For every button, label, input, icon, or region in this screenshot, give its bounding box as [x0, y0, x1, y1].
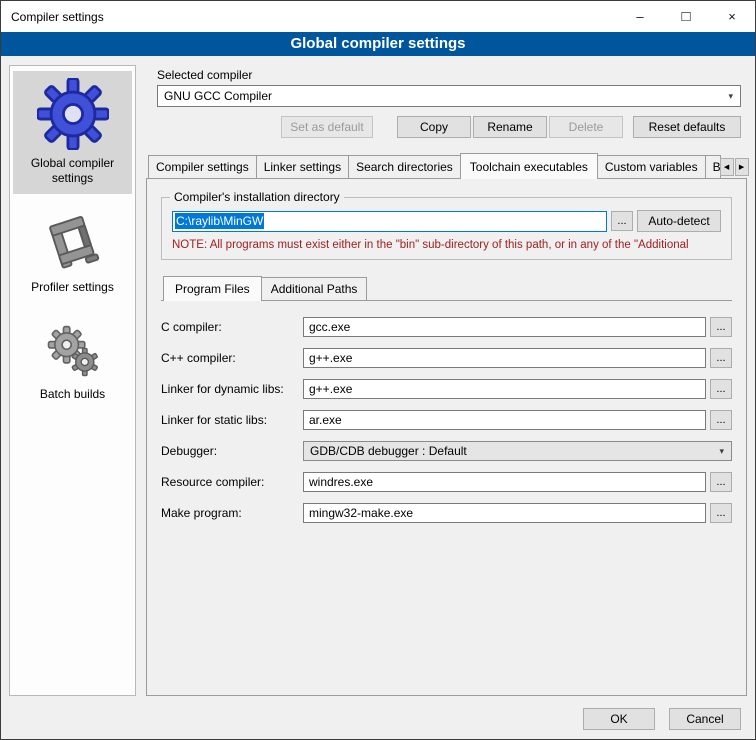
debugger-select[interactable]: GDB/CDB debugger : Default ▾	[303, 441, 732, 461]
install-dir-input[interactable]: C:\raylib\MinGW	[172, 211, 607, 232]
sidebar-item-label: Global compiler settings	[15, 156, 130, 186]
cpp-compiler-browse-button[interactable]: ...	[710, 348, 732, 368]
linker-static-label: Linker for static libs:	[161, 413, 303, 427]
c-compiler-label: C compiler:	[161, 320, 303, 334]
cancel-button[interactable]: Cancel	[669, 708, 741, 730]
dialog-header: Global compiler settings	[1, 32, 755, 56]
settings-tabbar: Compiler settings Linker settings Search…	[148, 153, 747, 178]
auto-detect-button[interactable]: Auto-detect	[637, 210, 721, 232]
window-controls: – □ ×	[617, 1, 755, 32]
ok-button[interactable]: OK	[583, 708, 655, 730]
subtab-program-files[interactable]: Program Files	[163, 276, 262, 301]
c-compiler-input[interactable]	[303, 317, 706, 337]
reset-defaults-button[interactable]: Reset defaults	[633, 116, 741, 138]
sidebar-item-label: Profiler settings	[15, 280, 130, 295]
sidebar-item-global-compiler-settings[interactable]: Global compiler settings	[13, 71, 132, 194]
chevron-down-icon: ▾	[723, 91, 738, 102]
subtab-additional-paths[interactable]: Additional Paths	[261, 277, 368, 300]
compiler-settings-window: Compiler settings – □ × Global compiler …	[0, 0, 756, 740]
minimize-button[interactable]: –	[617, 1, 663, 32]
tab-compiler-settings[interactable]: Compiler settings	[148, 155, 257, 178]
set-as-default-button[interactable]: Set as default	[281, 116, 373, 138]
toolchain-subtabbar: Program Files Additional Paths	[163, 276, 732, 300]
linker-static-input[interactable]	[303, 410, 706, 430]
sidebar-item-profiler-settings[interactable]: Profiler settings	[13, 207, 132, 303]
tab-search-directories[interactable]: Search directories	[348, 155, 461, 178]
compiler-actions: Set as default Copy Rename Delete Reset …	[157, 116, 741, 138]
selected-compiler-select[interactable]: GNU GCC Compiler ▾	[157, 85, 741, 107]
make-program-input[interactable]	[303, 503, 706, 523]
blue-gear-icon	[15, 78, 130, 150]
sidebar-item-label: Batch builds	[15, 387, 130, 402]
tab-custom-variables[interactable]: Custom variables	[597, 155, 706, 178]
make-program-browse-button[interactable]: ...	[710, 503, 732, 523]
sidebar-item-batch-builds[interactable]: Batch builds	[13, 316, 132, 410]
linker-dynamic-input[interactable]	[303, 379, 706, 399]
c-compiler-browse-button[interactable]: ...	[710, 317, 732, 337]
selected-compiler-value: GNU GCC Compiler	[164, 89, 272, 103]
program-files-page: C compiler: ... C++ compiler: ...	[161, 300, 732, 523]
resource-compiler-browse-button[interactable]: ...	[710, 472, 732, 492]
install-dir-browse-button[interactable]: ...	[611, 211, 633, 231]
tab-scroll-buttons: ◀ ▶	[720, 158, 749, 178]
resource-compiler-label: Resource compiler:	[161, 475, 303, 489]
resource-compiler-input[interactable]	[303, 472, 706, 492]
close-icon: ×	[728, 9, 736, 24]
install-dir-groupbox: Compiler's installation directory C:\ray…	[161, 197, 732, 260]
install-dir-group-title: Compiler's installation directory	[170, 190, 344, 204]
linker-static-browse-button[interactable]: ...	[710, 410, 732, 430]
install-dir-selected-text: C:\raylib\MinGW	[175, 213, 264, 229]
copy-button[interactable]: Copy	[397, 116, 471, 138]
debugger-select-value: GDB/CDB debugger : Default	[310, 444, 467, 458]
debugger-label: Debugger:	[161, 444, 303, 458]
minimize-icon: –	[636, 9, 643, 24]
maximize-button[interactable]: □	[663, 1, 709, 32]
window-title: Compiler settings	[1, 10, 104, 24]
chevron-down-icon: ▾	[714, 446, 729, 457]
dialog-footer: OK Cancel	[1, 696, 755, 739]
linker-dynamic-browse-button[interactable]: ...	[710, 379, 732, 399]
linker-dynamic-label: Linker for dynamic libs:	[161, 382, 303, 396]
delete-button[interactable]: Delete	[549, 116, 623, 138]
rename-button[interactable]: Rename	[473, 116, 547, 138]
cpp-compiler-input[interactable]	[303, 348, 706, 368]
toolchain-executables-page: Compiler's installation directory C:\ray…	[146, 178, 747, 696]
install-dir-note: NOTE: All programs must exist either in …	[172, 239, 721, 251]
maximize-icon: □	[681, 8, 690, 25]
tab-scroll-right-button[interactable]: ▶	[735, 158, 749, 176]
clamp-tool-icon	[15, 214, 130, 274]
tab-linker-settings[interactable]: Linker settings	[256, 155, 349, 178]
settings-sidebar: Global compiler settings Profiler se	[9, 65, 136, 696]
titlebar: Compiler settings – □ ×	[1, 1, 755, 32]
selected-compiler-label: Selected compiler	[157, 68, 747, 82]
tab-scroll-left-button[interactable]: ◀	[720, 158, 734, 176]
main-panel: Selected compiler GNU GCC Compiler ▾ Set…	[146, 65, 747, 696]
tab-build-options[interactable]: Buil	[705, 155, 721, 178]
tab-toolchain-executables[interactable]: Toolchain executables	[460, 153, 598, 179]
close-button[interactable]: ×	[709, 1, 755, 32]
make-program-label: Make program:	[161, 506, 303, 520]
gray-gears-icon	[15, 323, 130, 381]
cpp-compiler-label: C++ compiler:	[161, 351, 303, 365]
